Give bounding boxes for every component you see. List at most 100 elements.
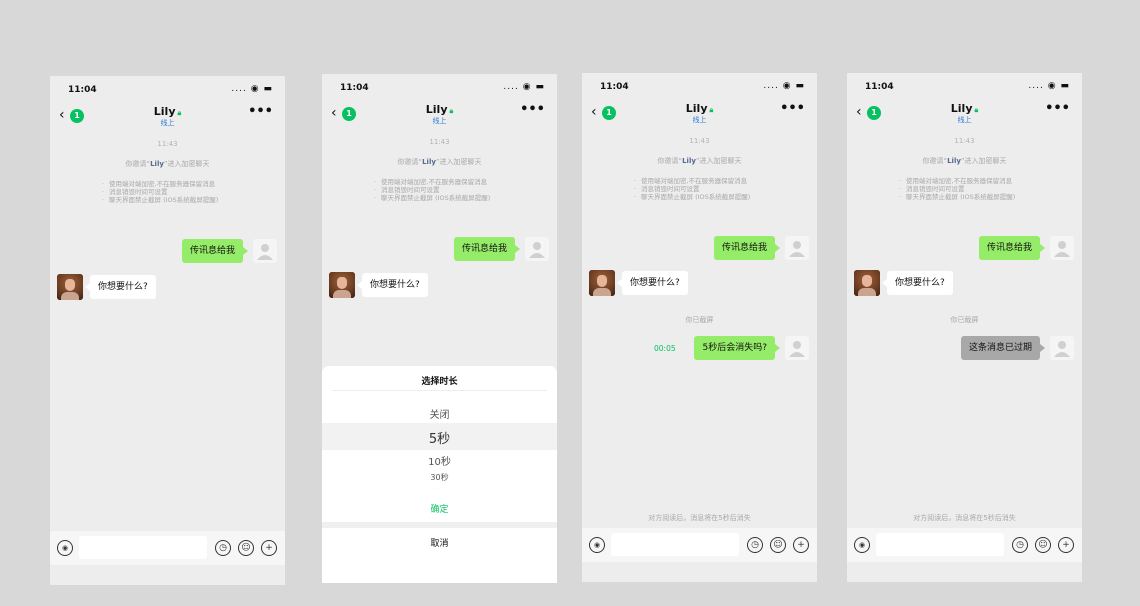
invite-name: Lily: [150, 160, 164, 168]
tip-item: 消息销毁时间可设置: [374, 186, 504, 194]
online-status: 线上: [432, 117, 447, 125]
encryption-tips: 使用端对端加密,不在服务器保留消息 消息销毁时间可设置 聊天界面禁止截屏 (IO…: [899, 177, 1029, 201]
person-icon: [789, 341, 805, 357]
sent-message-bubble[interactable]: 传讯息给我: [453, 237, 521, 261]
emoji-icon[interactable]: ☺: [1035, 537, 1051, 553]
clock-icon[interactable]: ◷: [1012, 537, 1028, 553]
received-message-bubble[interactable]: 你想要什么?: [617, 271, 688, 295]
picker-option-10s[interactable]: 10秒: [322, 453, 557, 468]
voice-icon[interactable]: ◉: [854, 537, 870, 553]
more-icon[interactable]: •••: [248, 104, 273, 119]
invite-name: Lily: [422, 158, 436, 166]
invite-notice: 你邀请“Lily”进入加密聊天: [922, 157, 1007, 165]
clock-icon[interactable]: ◷: [747, 537, 763, 553]
signal-icon: ....: [503, 82, 519, 92]
battery-icon: ▬: [263, 84, 273, 94]
online-status: 线上: [957, 116, 972, 124]
invite-name: Lily: [947, 157, 961, 165]
status-icons: .... ◉ ▬: [1028, 81, 1070, 91]
message-timestamp: 11:43: [689, 137, 710, 145]
received-message-bubble[interactable]: 你想要什么?: [85, 275, 156, 299]
message-timestamp: 11:43: [157, 140, 178, 148]
phone-screen-4: 11:04 .... ◉ ▬ ‹ 1 Lily 🔒︎ 线上 ••• 11:43 你…: [847, 73, 1082, 582]
contact-name-text: Lily: [153, 105, 176, 118]
tip-item: 使用端对端加密,不在服务器保留消息: [899, 177, 1029, 185]
contact-name-text: Lily: [425, 103, 448, 116]
tip-item: 聊天界面禁止截屏 (IOS系统截屏提醒): [899, 193, 1029, 201]
contact-avatar[interactable]: [329, 272, 355, 298]
input-bar: ◉ ◷ ☺ +: [582, 528, 817, 562]
picker-option-30s[interactable]: 30秒: [322, 472, 557, 483]
my-avatar[interactable]: [785, 236, 809, 260]
received-message-bubble[interactable]: 你想要什么?: [882, 271, 953, 295]
chat-header: ‹ 1 Lily 🔒︎ 线上 •••: [582, 101, 817, 131]
screenshot-notice: 你已截屏: [950, 316, 979, 324]
contact-name-text: Lily: [685, 102, 708, 115]
cancel-button[interactable]: 取消: [322, 536, 557, 549]
divider: [322, 522, 557, 528]
received-message-bubble[interactable]: 你想要什么?: [357, 273, 428, 297]
my-avatar[interactable]: [785, 336, 809, 360]
more-icon[interactable]: •••: [520, 102, 545, 117]
more-icon[interactable]: •••: [780, 101, 805, 116]
my-avatar[interactable]: [1050, 336, 1074, 360]
clock-icon[interactable]: ◷: [215, 540, 231, 556]
signal-icon: ....: [1028, 81, 1044, 91]
emoji-icon[interactable]: ☺: [770, 537, 786, 553]
plus-icon[interactable]: +: [1058, 537, 1074, 553]
plus-icon[interactable]: +: [793, 537, 809, 553]
duration-picker-sheet: 选择时长 关闭 5秒 10秒 30秒 · · · · · 确定 取消: [322, 366, 557, 583]
expired-message-bubble[interactable]: 这条消息已过期: [960, 336, 1046, 360]
signal-icon: ....: [763, 81, 779, 91]
encryption-tips: 使用端对端加密,不在服务器保留消息 消息销毁时间可设置 聊天界面禁止截屏 (IO…: [634, 177, 764, 201]
wifi-icon: ◉: [1047, 81, 1057, 91]
picker-option-off[interactable]: 关闭: [322, 406, 557, 421]
more-icon[interactable]: •••: [1045, 101, 1070, 116]
my-avatar[interactable]: [525, 237, 549, 261]
battery-icon: ▬: [1060, 81, 1070, 91]
status-time: 11:04: [68, 85, 97, 95]
message-input[interactable]: [876, 533, 1004, 556]
sent-message-bubble[interactable]: 传讯息给我: [978, 236, 1046, 260]
confirm-button[interactable]: 确定: [322, 502, 557, 515]
voice-icon[interactable]: ◉: [589, 537, 605, 553]
tip-item: 使用端对端加密,不在服务器保留消息: [374, 178, 504, 186]
status-bar: 11:04 .... ◉ ▬: [582, 73, 817, 95]
contact-avatar[interactable]: [589, 270, 615, 296]
tip-item: 使用端对端加密,不在服务器保留消息: [634, 177, 764, 185]
encryption-tips: 使用端对端加密,不在服务器保留消息 消息销毁时间可设置 聊天界面禁止截屏 (IO…: [102, 180, 232, 204]
invite-name: Lily: [682, 157, 696, 165]
contact-avatar[interactable]: [854, 270, 880, 296]
read-destroy-notice: 对方阅读后，消息将在5秒后消失: [648, 514, 751, 522]
screenshot-notice: 你已截屏: [685, 316, 714, 324]
tip-item: 消息销毁时间可设置: [899, 185, 1029, 193]
phone-screen-1: 11:04 .... ◉ ▬ ‹ 1 Lily 🔒︎ 线上 ••• 11:43 你…: [50, 76, 285, 585]
invite-notice: 你邀请“Lily”进入加密聊天: [657, 157, 742, 165]
picker-more-options: · · · · ·: [429, 486, 450, 491]
emoji-icon[interactable]: ☺: [238, 540, 254, 556]
contact-avatar[interactable]: [57, 274, 83, 300]
message-input[interactable]: [611, 533, 739, 556]
voice-icon[interactable]: ◉: [57, 540, 73, 556]
chat-header: ‹ 1 Lily 🔒︎ 线上 •••: [847, 101, 1082, 131]
status-icons: .... ◉ ▬: [503, 82, 545, 92]
sent-message-bubble[interactable]: 传讯息给我: [713, 236, 781, 260]
encryption-tips: 使用端对端加密,不在服务器保留消息 消息销毁时间可设置 聊天界面禁止截屏 (IO…: [374, 178, 504, 202]
status-time: 11:04: [340, 83, 369, 93]
my-avatar[interactable]: [253, 239, 277, 263]
status-time: 11:04: [600, 82, 629, 92]
picker-option-5s[interactable]: 5秒: [322, 428, 557, 447]
person-icon: [257, 244, 273, 260]
person-icon: [789, 241, 805, 257]
tip-item: 聊天界面禁止截屏 (IOS系统截屏提醒): [634, 193, 764, 201]
invite-notice: 你邀请“Lily”进入加密聊天: [125, 160, 210, 168]
plus-icon[interactable]: +: [261, 540, 277, 556]
message-input[interactable]: [79, 536, 207, 559]
status-time: 11:04: [865, 82, 894, 92]
my-avatar[interactable]: [1050, 236, 1074, 260]
phone-screen-3: 11:04 .... ◉ ▬ ‹ 1 Lily 🔒︎ 线上 ••• 11:43 你…: [582, 73, 817, 582]
person-icon: [1054, 341, 1070, 357]
status-bar: 11:04 .... ◉ ▬: [322, 74, 557, 96]
sent-message-bubble[interactable]: 传讯息给我: [181, 239, 249, 263]
timed-message-bubble[interactable]: 5秒后会消失吗?: [694, 336, 780, 360]
